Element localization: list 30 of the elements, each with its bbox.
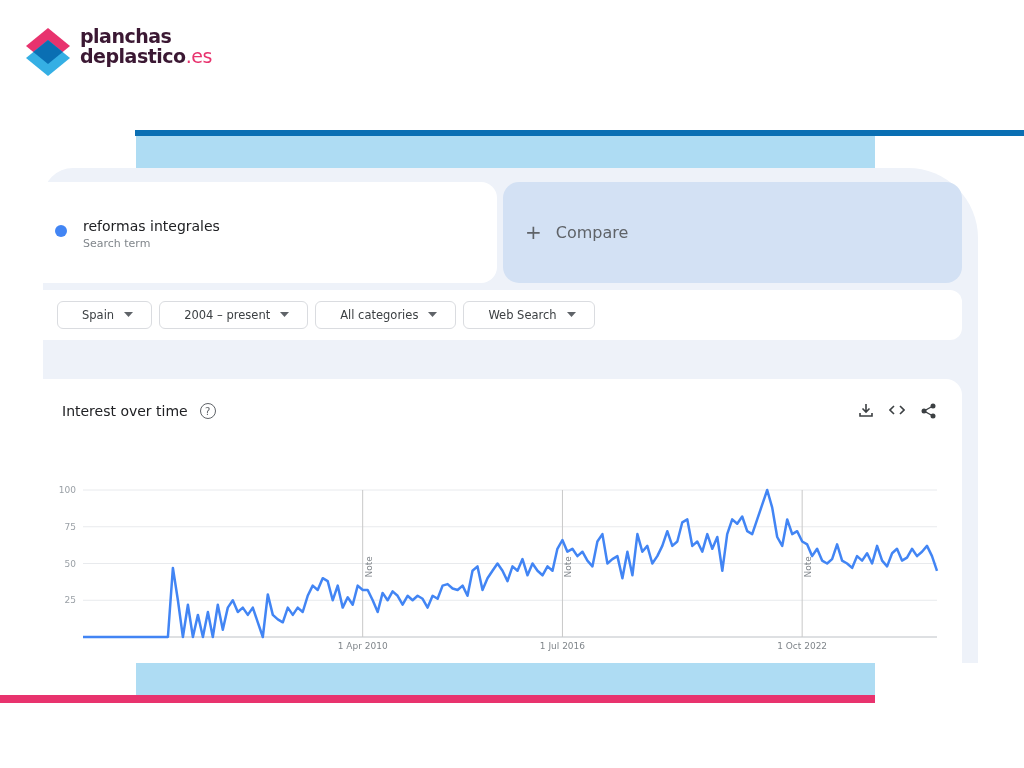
plus-icon: + — [525, 220, 542, 245]
compare-label: Compare — [555, 222, 629, 242]
caret-icon — [280, 312, 290, 318]
caret-icon — [428, 312, 438, 318]
share-icon[interactable] — [921, 403, 936, 419]
caret-icon — [566, 312, 576, 318]
x-tick-label: 1 Apr 2010 — [337, 641, 388, 651]
chart-title: Interest over time — [62, 403, 188, 419]
filter-dropdown[interactable]: 2004 – present — [159, 300, 309, 329]
y-tick-label: 100 — [58, 485, 76, 495]
search-term-card[interactable]: reformas integrales Search term — [43, 182, 497, 283]
note-label: Note — [563, 556, 574, 578]
note-label: Note — [363, 556, 374, 578]
filter-dropdown[interactable]: Spain — [57, 300, 153, 329]
caret-icon — [124, 312, 134, 318]
filter-dropdown[interactable]: Web Search — [463, 300, 595, 329]
search-term-caption: Search term — [83, 237, 152, 250]
compare-button[interactable]: + Compare — [503, 182, 962, 283]
filter-dropdown[interactable]: All categories — [315, 300, 457, 329]
embed-icon[interactable] — [889, 403, 905, 417]
logo-text: planchas deplastico.es — [80, 26, 212, 66]
note-label: Note — [803, 556, 814, 578]
y-tick-label: 75 — [64, 521, 76, 532]
y-tick-label: 50 — [64, 558, 76, 569]
logo-icon — [26, 26, 72, 78]
search-term: reformas integrales — [83, 218, 220, 234]
download-icon[interactable] — [859, 403, 873, 417]
x-tick-label: 1 Jul 2016 — [539, 641, 586, 651]
y-tick-label: 25 — [64, 595, 76, 606]
x-tick-label: 1 Oct 2022 — [777, 641, 828, 651]
